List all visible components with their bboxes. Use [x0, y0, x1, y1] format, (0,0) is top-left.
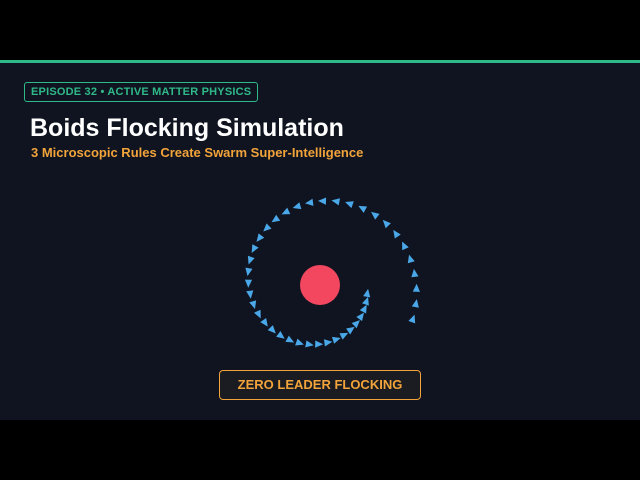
- boid-icon: [411, 268, 419, 278]
- boid-icon: [345, 201, 354, 209]
- boid-icon: [323, 339, 333, 347]
- video-frame: EPISODE 32 • ACTIVE MATTER PHYSICS Boids…: [0, 60, 640, 420]
- boid-icon: [332, 336, 341, 344]
- boid-icon: [318, 197, 327, 205]
- boid-icon: [382, 219, 391, 229]
- boid-icon: [331, 198, 341, 206]
- boid-icon: [251, 244, 259, 253]
- boid-icon: [271, 214, 281, 223]
- boid-icon: [249, 300, 257, 310]
- boid-icon: [256, 233, 265, 242]
- attractor-dot: [300, 265, 340, 305]
- boid-icon: [246, 290, 254, 299]
- caption-badge: ZERO LEADER FLOCKING: [219, 370, 421, 400]
- boid-icon: [407, 254, 415, 264]
- boid-icon: [245, 267, 253, 277]
- boid-icon: [363, 288, 371, 298]
- boid-icon: [411, 299, 419, 308]
- boid-icon: [285, 335, 295, 343]
- boid-icon: [260, 317, 268, 327]
- boid-icon: [408, 314, 416, 324]
- boid-icon: [276, 331, 285, 339]
- boid-icon: [305, 340, 314, 348]
- boid-icon: [371, 211, 380, 220]
- boid-icon: [358, 205, 368, 213]
- boid-icon: [393, 229, 401, 239]
- boid-icon: [244, 279, 253, 288]
- boid-icon: [263, 223, 272, 232]
- boid-icon: [295, 338, 304, 346]
- boid-icon: [247, 255, 255, 265]
- flock-simulation: [244, 197, 420, 348]
- boid-icon: [281, 207, 291, 215]
- boid-icon: [315, 340, 324, 348]
- boid-icon: [267, 325, 276, 334]
- boid-icon: [402, 241, 409, 251]
- boid-icon: [254, 309, 261, 319]
- boid-icon: [292, 202, 302, 210]
- boid-icon: [305, 198, 314, 206]
- boid-icon: [412, 283, 420, 292]
